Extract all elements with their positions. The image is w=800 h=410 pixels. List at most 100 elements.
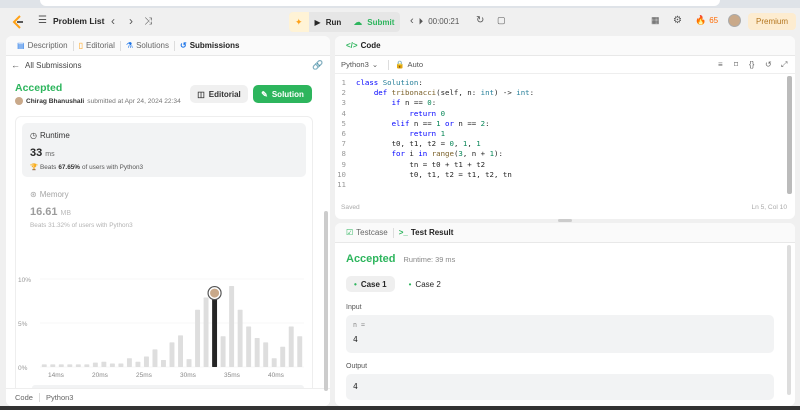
code-editor[interactable]: 1 class Solution: 2 def tribonacci(self, n… <box>335 78 795 198</box>
tab-solutions[interactable]: ⚗ Solutions <box>121 41 174 50</box>
share-link-button[interactable]: 🔗 <box>312 60 323 71</box>
history-icon: ↺ <box>179 41 187 50</box>
fullscreen-icon[interactable]: ⤢ <box>781 60 787 70</box>
bar <box>75 364 81 367</box>
bookmark-icon[interactable]: ⌑ <box>734 60 738 69</box>
result-scrollbar[interactable] <box>787 245 791 395</box>
tab-description[interactable]: ▤ Description <box>12 41 73 50</box>
timer[interactable]: ‹ ⏵ 00:00:21 <box>410 15 459 27</box>
editorial-button[interactable]: ◫ Editorial <box>190 85 248 103</box>
resize-handle[interactable] <box>558 219 572 222</box>
premium-button[interactable]: Premium <box>748 13 797 30</box>
chevron-left-icon: ‹ <box>410 15 414 27</box>
lock-icon: 🔒 <box>395 60 405 69</box>
code-line[interactable]: 2 def tribonacci(self, n: int) -> int: <box>335 88 535 98</box>
runtime-unit: ms <box>45 151 55 158</box>
case-2-tab[interactable]: • Case 2 <box>401 276 449 292</box>
tab-testcase[interactable]: ☑ Testcase <box>341 228 393 237</box>
checkbox-icon: ☑ <box>346 228 354 237</box>
streak-counter[interactable]: 🔥 65 <box>695 15 718 26</box>
reset-code-icon[interactable]: ↺ <box>765 60 772 69</box>
line-number: 11 <box>337 180 346 189</box>
code-panel: </> Code Python3 ⌄ 🔒 Auto ≡ ⌑ {} ↺ ⤢ 1 class… <box>335 36 795 219</box>
result-panel: ☑ Testcase >_ Test Result Accepted Runtime… <box>335 223 795 406</box>
flame-icon: 🔥 <box>695 15 707 25</box>
y-tick-label: 0% <box>18 365 28 372</box>
x-tick-label: 14ms <box>48 372 65 379</box>
list-icon: ☰ <box>38 15 47 26</box>
language-select[interactable]: Python3 ⌄ <box>341 60 378 69</box>
line-number: 7 <box>341 139 346 149</box>
bar <box>58 364 64 367</box>
memory-card[interactable]: ⊛ Memory 16.61 MB Beats 31.32% of users w… <box>24 187 308 237</box>
input-label: Input <box>346 304 362 311</box>
gear-icon: ⚙ <box>673 15 682 26</box>
result-runtime: Runtime: 39 ms <box>403 255 456 264</box>
all-submissions-link[interactable]: ← All Submissions <box>11 60 81 70</box>
bar <box>169 342 175 367</box>
tab-code[interactable]: </> Code <box>341 41 386 50</box>
bar <box>41 364 47 367</box>
solution-button[interactable]: ✎ Solution <box>253 85 312 103</box>
case-1-tab[interactable]: • Case 1 <box>346 276 395 292</box>
line-number: 8 <box>341 149 346 159</box>
format-icon[interactable]: ≡ <box>718 60 723 69</box>
code-line[interactable]: 7 t0, t1, t2 = 0, 1, 1 <box>335 139 481 149</box>
bar <box>271 358 277 367</box>
browser-strip <box>0 0 800 8</box>
code-line[interactable]: 8 for i in range(3, n + 1): <box>335 149 503 159</box>
clock-icon: ◷ <box>30 131 37 140</box>
code-line[interactable]: 4 return 0 <box>335 109 445 119</box>
output-label: Output <box>346 363 368 370</box>
flask-icon: ⚗ <box>125 41 134 50</box>
username-link[interactable]: Chirag Bhanushali <box>26 98 84 105</box>
code-text: return 1 <box>409 129 446 138</box>
tab-editorial[interactable]: ▯ Editorial <box>74 41 120 50</box>
bar <box>126 358 132 367</box>
auto-mode-toggle[interactable]: 🔒 Auto <box>395 60 423 69</box>
prev-problem-button[interactable]: ‹ <box>106 14 120 28</box>
runtime-card[interactable]: ◷ Runtime 33 ms 🏆 Beats 67.65% of users w… <box>22 123 306 177</box>
leetcode-logo[interactable] <box>12 15 24 29</box>
x-tick-label: 30ms <box>180 372 197 379</box>
code-text: return 0 <box>409 108 446 118</box>
code-line[interactable]: 1 class Solution: <box>335 78 423 88</box>
bar <box>246 326 252 367</box>
result-tabs: ☑ Testcase >_ Test Result <box>335 223 795 243</box>
trophy-icon: 🏆 <box>30 164 38 171</box>
code-line[interactable]: 10 t0, t1, t2 = t1, t2, tn <box>335 170 512 180</box>
run-button[interactable]: ▶ Run <box>309 12 348 32</box>
random-problem-button[interactable]: ⤨ <box>141 14 155 28</box>
bar <box>254 337 260 367</box>
layout-button[interactable]: ▦ <box>651 15 660 26</box>
code-text: def tribonacci(self, n: int) -> int: <box>373 88 535 98</box>
braces-icon[interactable]: {} <box>749 60 754 69</box>
bar <box>237 309 243 367</box>
code-line[interactable]: 5 elif n == 1 or n == 2: <box>335 119 490 129</box>
submit-button[interactable]: ☁ Submit <box>347 12 400 32</box>
runtime-value: 33 <box>30 147 43 159</box>
next-problem-button[interactable]: › <box>124 14 138 28</box>
code-line[interactable]: 11 <box>335 180 356 190</box>
memory-beats: Beats 31.32% of users with Python3 <box>30 222 133 229</box>
runtime-distribution-chart[interactable]: 10%5%0%14ms20ms25ms30ms35ms40ms14ms20ms2… <box>16 273 312 405</box>
notes-button[interactable]: ▢ <box>497 15 506 26</box>
avatar[interactable] <box>728 14 741 27</box>
left-scrollbar[interactable] <box>324 211 328 391</box>
line-number: 9 <box>341 159 346 169</box>
bar <box>186 359 192 367</box>
tab-submissions[interactable]: ↺ Submissions <box>175 41 245 50</box>
code-line[interactable]: 3 if n == 0: <box>335 98 437 108</box>
debug-button[interactable]: ✦ <box>289 12 309 32</box>
code-line[interactable]: 9 tn = t0 + t1 + t2 <box>335 159 486 170</box>
code-line[interactable]: 6 return 1 <box>335 129 445 139</box>
settings-button[interactable]: ⚙ <box>673 15 682 26</box>
memory-unit: MB <box>60 210 72 217</box>
problem-list-button[interactable]: ☰ Problem List <box>38 15 104 26</box>
reset-timer-button[interactable]: ↻ <box>476 15 484 26</box>
code-scrollbar[interactable] <box>787 76 792 194</box>
bar <box>203 297 209 367</box>
bar <box>161 359 166 367</box>
code-tabs: </> Code <box>335 36 795 56</box>
tab-test-result[interactable]: >_ Test Result <box>394 228 459 237</box>
